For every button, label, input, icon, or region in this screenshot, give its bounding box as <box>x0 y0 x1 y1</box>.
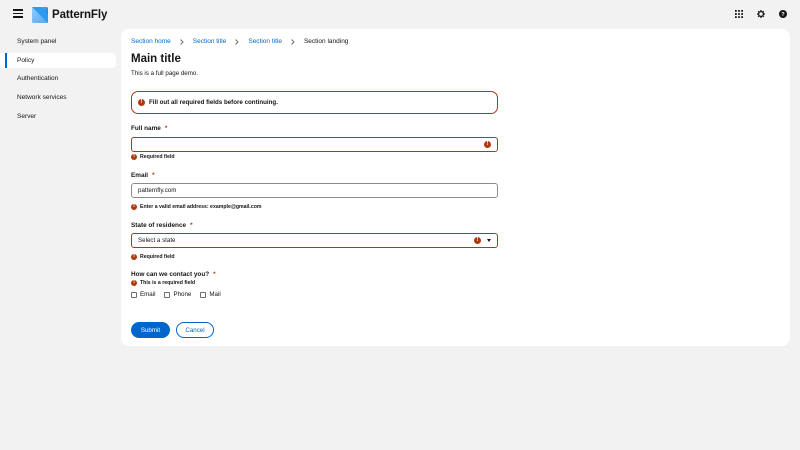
chevron-right-icon <box>233 38 241 45</box>
gear-icon[interactable] <box>756 9 766 19</box>
page-title: Main title <box>131 53 181 65</box>
hamburger-menu-icon[interactable] <box>13 9 23 19</box>
main-content: Section home Section title Section title… <box>121 29 790 346</box>
sidebar-item-authentication[interactable]: Authentication <box>0 71 120 86</box>
required-asterisk: * <box>164 125 168 132</box>
sidebar-item-policy[interactable]: Policy <box>0 52 116 68</box>
help-icon[interactable]: ? <box>778 9 788 19</box>
state-select[interactable]: Select a state ! <box>131 233 498 248</box>
patternfly-logo-icon <box>32 7 48 23</box>
exclamation-circle-icon: ! <box>138 99 145 106</box>
exclamation-circle-icon: ! <box>131 154 137 160</box>
full-name-label: Full name * <box>131 125 168 132</box>
grid-icon[interactable] <box>734 9 744 19</box>
breadcrumb-link-section-title-2[interactable]: Section title <box>248 38 282 45</box>
brand-logo[interactable]: PatternFly <box>32 6 107 24</box>
checkbox-box[interactable] <box>131 291 137 298</box>
alert-text: Fill out all required fields before cont… <box>149 99 278 106</box>
breadcrumb-current-section-landing: Section landing <box>303 38 349 45</box>
sidebar-item-server[interactable]: Server <box>0 109 120 124</box>
email-input[interactable]: patternfly.com <box>131 183 498 198</box>
required-asterisk: * <box>213 271 216 278</box>
checkbox-box[interactable] <box>164 291 171 298</box>
exclamation-circle-icon: ! <box>131 280 137 286</box>
email-helper: ! Enter a valid email address: example@g… <box>131 204 262 210</box>
contact-email-checkbox[interactable]: Email <box>131 291 155 298</box>
cancel-button[interactable]: Cancel <box>176 322 214 338</box>
breadcrumb-link-section-home[interactable]: Section home <box>131 38 171 45</box>
masthead: PatternFly ? <box>0 0 800 30</box>
exclamation-circle-icon: ! <box>131 204 137 210</box>
contact-mail-checkbox[interactable]: Mail <box>200 291 221 298</box>
required-asterisk: * <box>190 222 193 229</box>
sidebar-item-label: Server <box>17 112 37 120</box>
breadcrumb-link-section-title[interactable]: Section title <box>193 38 227 45</box>
contact-helper: ! This is a required field <box>131 280 195 286</box>
checkbox-box[interactable] <box>200 291 207 298</box>
contact-phone-checkbox[interactable]: Phone <box>164 291 191 298</box>
sidebar-item-label: Network services <box>17 94 67 102</box>
exclamation-circle-icon: ! <box>474 237 481 244</box>
state-selected-value: Select a state <box>138 237 176 244</box>
contact-options: Email Phone Mail <box>131 291 230 298</box>
full-name-input[interactable]: ! <box>131 137 498 152</box>
email-value: patternfly.com <box>138 187 177 194</box>
breadcrumb: Section home Section title Section title… <box>131 38 348 45</box>
sidebar-item-label: Authentication <box>17 75 59 83</box>
sidebar-item-label: System panel <box>17 38 57 45</box>
caret-down-icon <box>487 239 491 242</box>
required-asterisk: * <box>152 172 155 179</box>
error-alert: ! Fill out all required fields before co… <box>131 91 498 114</box>
exclamation-circle-icon: ! <box>131 254 137 260</box>
state-label: State of residence * <box>131 222 193 229</box>
sidebar-item-system-panel[interactable]: System panel <box>0 34 120 49</box>
submit-button[interactable]: Submit <box>131 322 170 338</box>
contact-label: How can we contact you? * <box>131 271 216 278</box>
chevron-right-icon <box>178 38 186 45</box>
state-helper: ! Required field <box>131 254 175 260</box>
brand-name: PatternFly <box>52 9 108 21</box>
sidebar-item-network-services[interactable]: Network services <box>0 90 120 105</box>
sidebar-item-label: Policy <box>17 56 35 64</box>
page-description: This is a full page demo. <box>131 70 199 77</box>
svg-text:?: ? <box>781 12 785 18</box>
exclamation-circle-icon: ! <box>484 141 491 148</box>
chevron-right-icon <box>289 38 297 45</box>
sidebar-nav: System panel Policy Authentication Netwo… <box>0 34 120 127</box>
email-label: Email * <box>131 172 155 179</box>
full-name-helper: ! Required field <box>131 154 175 160</box>
